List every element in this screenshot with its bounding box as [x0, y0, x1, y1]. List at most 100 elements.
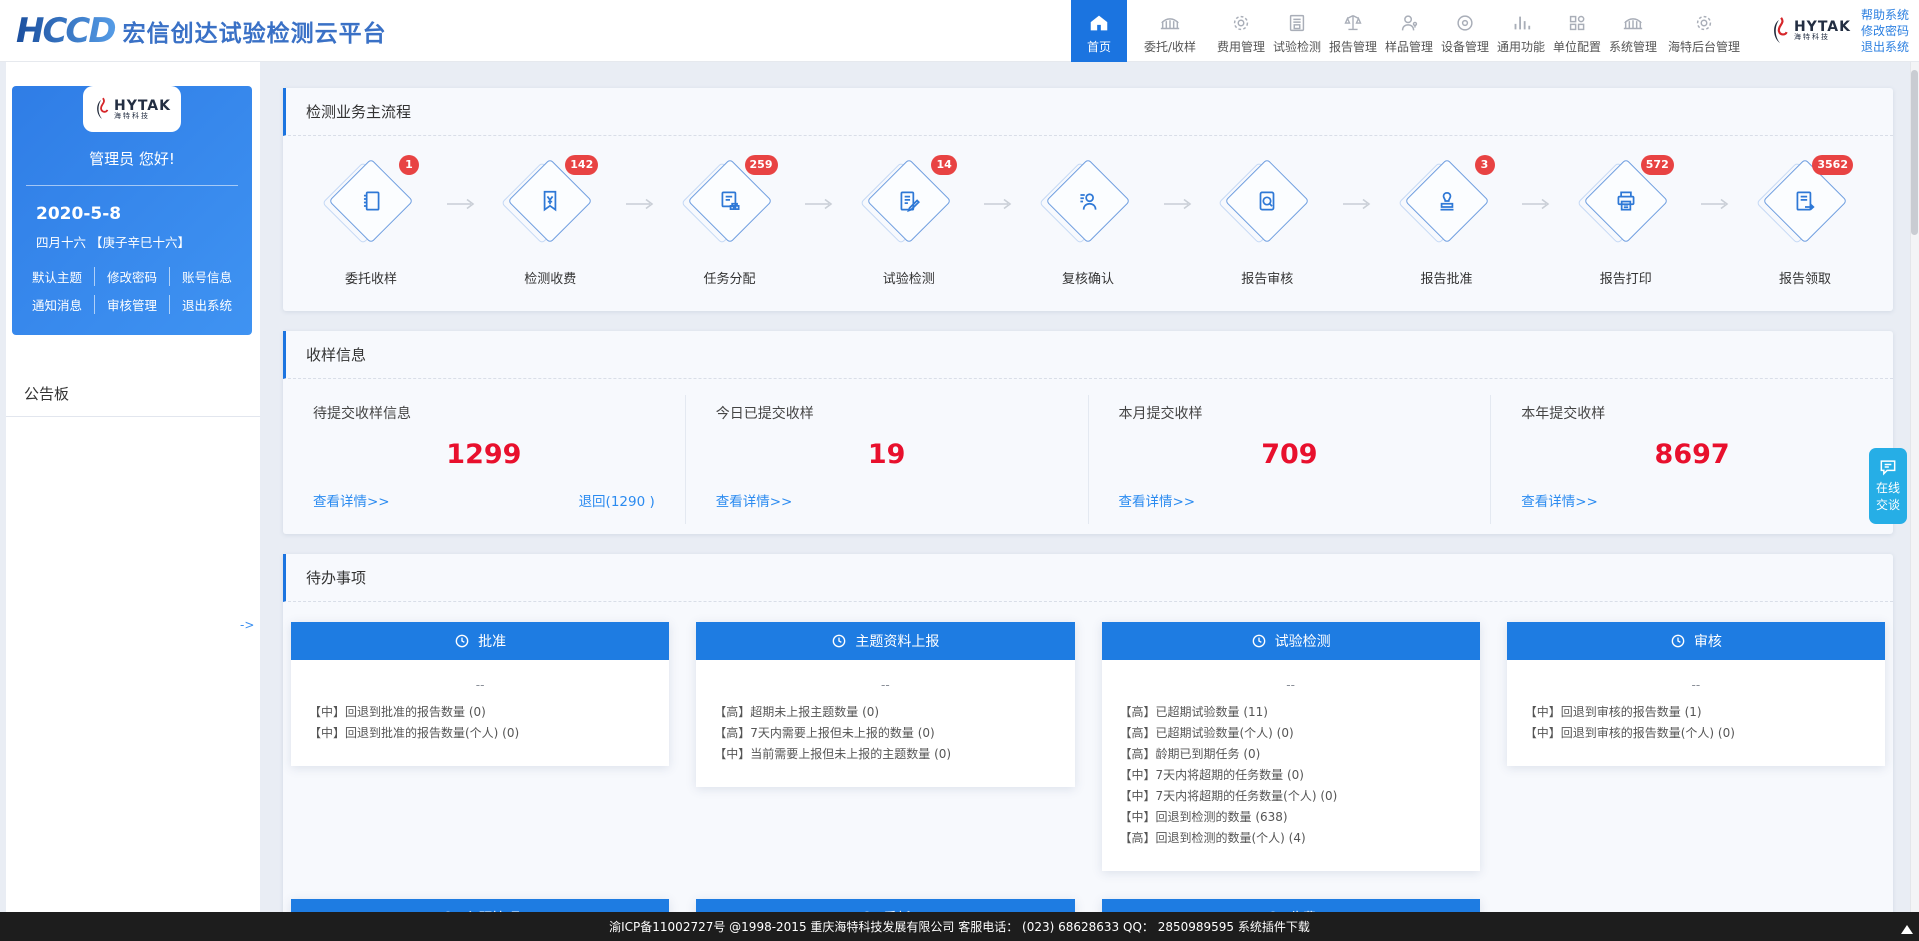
online-chat-button[interactable]: 在线 交谈	[1869, 448, 1907, 524]
nav-item-hytak-backend[interactable]: 海特后台管理	[1661, 0, 1747, 62]
footer-text: 渝ICP备11002727号 @1998-2015 重庆海特科技发展有限公司 客…	[609, 918, 1310, 935]
grid-squares-icon	[1566, 10, 1588, 36]
flow-step-test-detect: 14 试验检测	[861, 158, 957, 287]
todo-item[interactable]: 【中】当前需要上报但未上报的主题数量 (0)	[714, 744, 1056, 765]
todo-item[interactable]: 【中】回退到审核的报告数量 (1)	[1525, 702, 1867, 723]
divider	[26, 185, 238, 186]
todo-card-topic-manage-header[interactable]: 主题管理	[291, 899, 669, 912]
view-details-link[interactable]: 查看详情>>	[716, 490, 793, 510]
report-audit-button[interactable]	[1225, 159, 1310, 244]
user-card: HYTAK 海特科技 管理员 您好! 2020-5-8 四月十六 【庚子辛巳十六…	[12, 86, 252, 335]
sampling-section-title: 收样信息	[283, 331, 1893, 379]
flow-step-report-receive: 3562 报告领取	[1757, 158, 1853, 287]
todo-card-topic-report-header[interactable]: 主题资料上报	[696, 622, 1074, 660]
nav-item-home[interactable]: 首页	[1071, 0, 1127, 62]
nav-item-fee-management[interactable]: 费用管理	[1213, 0, 1269, 62]
month-count: 709	[1119, 439, 1461, 470]
vertical-scrollbar[interactable]	[1910, 62, 1919, 912]
todo-card-fee-header[interactable]: 收费	[1102, 899, 1480, 912]
todo-card-audit: 审核 -- 【中】回退到审核的报告数量 (1) 【中】回退到审核的报告数量(个人…	[1507, 622, 1885, 766]
view-details-link[interactable]: 查看详情>>	[1119, 490, 1196, 510]
task-assign-icon	[701, 172, 759, 230]
logout-link[interactable]: 退出系统	[170, 295, 244, 314]
nav-item-test-detection[interactable]: 试验检测	[1269, 0, 1325, 62]
todo-item[interactable]: 【高】已超期试验数量(个人) (0)	[1120, 723, 1462, 744]
audit-management-link[interactable]: 审核管理	[95, 295, 170, 314]
sidebar-collapse-toggle[interactable]: ->	[240, 618, 254, 632]
user-greeting: 管理员 您好!	[12, 148, 252, 185]
change-password-link[interactable]: 修改密码	[95, 267, 170, 286]
todo-card-audit-header[interactable]: 审核	[1507, 622, 1885, 660]
flow-steps-row: 1 委托收样	[283, 136, 1893, 311]
current-date: 2020-5-8	[12, 204, 252, 232]
document-tray-icon	[1286, 10, 1308, 36]
nav-item-device-management[interactable]: 设备管理	[1437, 0, 1493, 62]
bridge-icon	[1621, 10, 1645, 36]
todo-card-entrust-header[interactable]: 委托	[696, 899, 1074, 912]
badge: 572	[1641, 155, 1674, 175]
account-info-link[interactable]: 账号信息	[170, 267, 244, 286]
hytak-flame-icon	[93, 96, 111, 122]
brand-abbr: HCCD	[16, 11, 123, 51]
clock-icon	[1251, 633, 1267, 649]
year-count: 8697	[1521, 439, 1863, 470]
todo-section-title: 待办事项	[283, 554, 1893, 602]
default-theme-link[interactable]: 默认主题	[20, 267, 95, 286]
sampling-card-year: 本年提交收样 8697 查看详情>>	[1491, 395, 1893, 524]
left-sidebar: HYTAK 海特科技 管理员 您好! 2020-5-8 四月十六 【庚子辛巳十六…	[6, 62, 260, 912]
scroll-top-icon[interactable]	[1901, 925, 1913, 934]
report-approve-button[interactable]	[1404, 159, 1489, 244]
scrollbar-thumb[interactable]	[1911, 70, 1918, 235]
view-details-link[interactable]: 查看详情>>	[1521, 490, 1598, 510]
partner-logo: HYTAK 海特科技	[1769, 16, 1851, 46]
document-edit-icon	[880, 172, 938, 230]
nav-item-system-management[interactable]: 系统管理	[1605, 0, 1661, 62]
todo-section: 待办事项 批准 -- 【中】回退到批准的报告数量 (0) 【中】回退到批准的报告…	[283, 554, 1893, 912]
todo-item[interactable]: 【高】7天内需要上报但未上报的数量 (0)	[714, 723, 1056, 744]
lunar-date: 四月十六 【庚子辛巳十六】	[12, 232, 252, 267]
document-search-icon	[1238, 172, 1296, 230]
nav-item-common-functions[interactable]: 通用功能	[1493, 0, 1549, 62]
todo-card-fee: 收费 -- 【中】待审批的合同 (0)	[1102, 899, 1480, 912]
flow-step-report-audit: 报告审核	[1219, 158, 1315, 287]
notebook-icon	[342, 172, 400, 230]
review-confirm-button[interactable]	[1046, 159, 1131, 244]
view-details-link[interactable]: 查看详情>>	[313, 490, 390, 510]
arrow-right-icon	[804, 198, 834, 210]
today-count: 19	[716, 439, 1058, 470]
todo-item[interactable]: 【中】回退到审核的报告数量(个人) (0)	[1525, 723, 1867, 744]
person-review-icon	[1059, 172, 1117, 230]
todo-card-test-detect-header[interactable]: 试验检测	[1102, 622, 1480, 660]
todo-item[interactable]: 【中】7天内将超期的任务数量 (0)	[1120, 765, 1462, 786]
logout-link[interactable]: 退出系统	[1861, 39, 1909, 55]
nav-item-unit-config[interactable]: 单位配置	[1549, 0, 1605, 62]
todo-item[interactable]: 【中】回退到批准的报告数量 (0)	[309, 702, 651, 723]
notification-link[interactable]: 通知消息	[20, 295, 95, 314]
nav-item-entrust-sampling[interactable]: 委托/收样	[1127, 0, 1213, 62]
change-password-link[interactable]: 修改密码	[1861, 23, 1909, 39]
todo-item[interactable]: 【中】回退到检测的数量 (638)	[1120, 807, 1462, 828]
partner-logo-name: HYTAK	[1794, 20, 1851, 34]
todo-item[interactable]: 【高】已超期试验数量 (11)	[1120, 702, 1462, 723]
todo-item[interactable]: 【高】超期未上报主题数量 (0)	[714, 702, 1056, 723]
pending-count: 1299	[313, 439, 655, 470]
sampling-card-month: 本月提交收样 709 查看详情>>	[1089, 395, 1492, 524]
todo-item[interactable]: 【高】回退到检测的数量(个人) (4)	[1120, 828, 1462, 849]
nav-item-report-management[interactable]: 报告管理	[1325, 0, 1381, 62]
help-system-link[interactable]: 帮助系统	[1861, 7, 1909, 23]
flow-step-entrust-sampling: 1 委托收样	[323, 158, 419, 287]
flow-step-task-assign: 259 任务分配	[682, 158, 778, 287]
todo-card-approve-header[interactable]: 批准	[291, 622, 669, 660]
todo-item[interactable]: 【高】龄期已到期任务 (0)	[1120, 744, 1462, 765]
badge: 14	[931, 155, 956, 175]
todo-item[interactable]: 【中】7天内将超期的任务数量(个人) (0)	[1120, 786, 1462, 807]
arrow-right-icon	[446, 198, 476, 210]
todo-card-topic-manage: 主题管理 -- 【高】7天内需要上报但尚未上报的主题数量 (0) 【中】当前需要…	[291, 899, 669, 912]
main-nav: 首页 委托/收样 费用管理 试验检测	[1071, 0, 1747, 62]
arrow-right-icon	[625, 198, 655, 210]
nav-item-sample-management[interactable]: 样品管理	[1381, 0, 1437, 62]
returned-link[interactable]: 退回(1290 )	[579, 490, 655, 510]
badge: 3	[1475, 155, 1495, 175]
todo-item[interactable]: 【中】回退到批准的报告数量(个人) (0)	[309, 723, 651, 744]
user-links-row2: 通知消息 审核管理 退出系统	[12, 295, 252, 314]
